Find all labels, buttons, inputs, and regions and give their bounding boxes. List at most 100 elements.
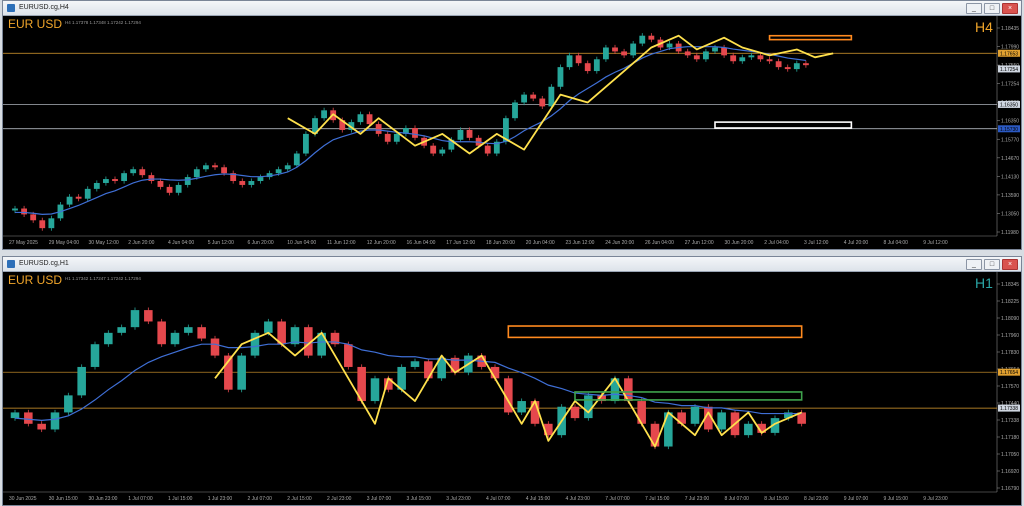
candle-body [75,196,82,199]
chart-window-h1[interactable]: EURUSD.cg,H1 _ □ × 1.18345 1.18225 1.18090… [2,256,1022,506]
time-tick-label: 17 Jun 12:00 [446,240,475,246]
time-tick-label: 26 Jun 04:00 [645,240,674,246]
candle-body [184,327,193,333]
candle-body [584,395,593,419]
price-tick-label: 1.18345 [1001,282,1019,288]
candle-body [410,361,420,367]
price-label: 1.17338 [1000,406,1018,412]
candle-body [90,344,100,367]
price-tick-label: 1.16920 [1001,469,1019,475]
maximize-button[interactable]: □ [984,259,1000,270]
minimize-button[interactable]: _ [966,259,982,270]
close-button[interactable]: × [1002,259,1018,270]
price-tick-label: 1.17990 [1001,45,1019,51]
candle-body [10,412,20,419]
time-tick-label: 2 Jul 07:00 [248,496,273,502]
candle-body [93,182,100,189]
window-titlebar[interactable]: EURUSD.cg,H4 _ □ × [3,1,1021,16]
candle-body [639,35,646,44]
time-tick-label: 9 Jul 23:00 [923,496,948,502]
time-tick-label: 20 Jun 04:00 [526,240,555,246]
window-titlebar[interactable]: EURUSD.cg,H1 _ □ × [3,257,1021,272]
close-button[interactable]: × [1002,3,1018,14]
time-tick-label: 30 Jun 15:00 [49,496,78,502]
time-tick-label: 27 May 2025 [9,240,38,246]
candle-body [48,218,55,229]
time-tick-label: 3 Jul 07:00 [367,496,392,502]
chart-window-h4[interactable]: EURUSD.cg,H4 _ □ × 1.184351.179901.17550… [2,0,1022,250]
candle-body [303,133,309,154]
candle-body [739,57,746,62]
candle-body [104,332,113,345]
candle-body [648,35,655,40]
price-tick-label: 1.16790 [1001,486,1019,492]
time-tick-label: 16 Jun 04:00 [407,240,436,246]
candle-body [666,43,673,48]
time-tick-label: 9 Jul 12:00 [923,240,948,246]
candle-body [197,327,206,339]
candle-body [24,412,33,424]
time-tick-label: 8 Jul 15:00 [764,496,789,502]
candle-body [630,43,637,56]
candle-body [144,310,153,322]
candle-body [239,181,246,185]
time-tick-label: 3 Jul 12:00 [804,240,829,246]
candle-body [275,169,282,174]
price-tick-label: 1.14670 [1001,156,1019,162]
time-tick-label: 1 Jul 15:00 [168,496,193,502]
candle-body [130,169,137,174]
candle-body [424,361,433,379]
candle-body [512,102,518,119]
price-tick-label: 1.18225 [1001,299,1019,305]
candle-body [357,114,364,123]
price-tick-label: 1.13050 [1001,211,1019,217]
candle-body [517,401,526,413]
candle-body [250,332,260,356]
price-label: 1.17254 [1000,67,1018,73]
candle-body [484,145,491,154]
time-tick-label: 4 Jul 20:00 [844,240,869,246]
price-tick-label: 1.17254 [1001,82,1019,88]
time-tick-label: 12 Jun 20:00 [367,240,396,246]
candle-body [237,355,246,390]
candle-body [575,55,582,64]
price-tick-label: 1.18090 [1001,316,1019,322]
candle-body [530,94,537,99]
candle-body [566,55,573,68]
candle-body [744,423,753,436]
time-tick-label: 8 Jul 07:00 [725,496,750,502]
candle-body [366,114,373,125]
price-tick-label: 1.18435 [1001,26,1019,32]
candle-body [457,129,464,140]
candle-body [593,59,600,72]
price-chart[interactable]: 1.184351.179901.175501.172541.168301.163… [3,16,1021,250]
candle-body [684,51,691,56]
time-tick-label: 4 Jul 15:00 [526,496,551,502]
candle-body [664,412,673,447]
time-tick-label: 9 Jul 07:00 [844,496,869,502]
candle-body [12,208,18,211]
price-chart[interactable]: 1.18345 1.18225 1.18090 1.17960 1.17830 1.176… [3,272,1021,506]
time-tick-label: 8 Jul 23:00 [804,496,829,502]
maximize-button[interactable]: □ [984,3,1000,14]
time-tick-label: 29 May 04:00 [49,240,80,246]
candle-body [193,169,200,178]
price-tick-label: 1.17960 [1001,333,1019,339]
candle-body [730,55,737,62]
candle-body [521,94,527,103]
candle-body [121,173,127,182]
time-tick-label: 3 Jul 15:00 [407,496,432,502]
candle-body [157,321,166,345]
price-tick-label: 1.13590 [1001,193,1019,199]
candle-body [721,47,727,56]
candle-body [439,149,446,154]
candle-body [248,181,255,185]
time-tick-label: 7 Jul 23:00 [685,496,710,502]
window-title: EURUSD.cg,H1 [19,260,69,267]
candle-body [21,208,27,215]
minimize-button[interactable]: _ [966,3,982,14]
time-tick-label: 3 Jul 23:00 [446,496,471,502]
candle-body [203,165,209,170]
time-tick-label: 27 Jun 12:00 [685,240,714,246]
candle-body [130,310,140,328]
